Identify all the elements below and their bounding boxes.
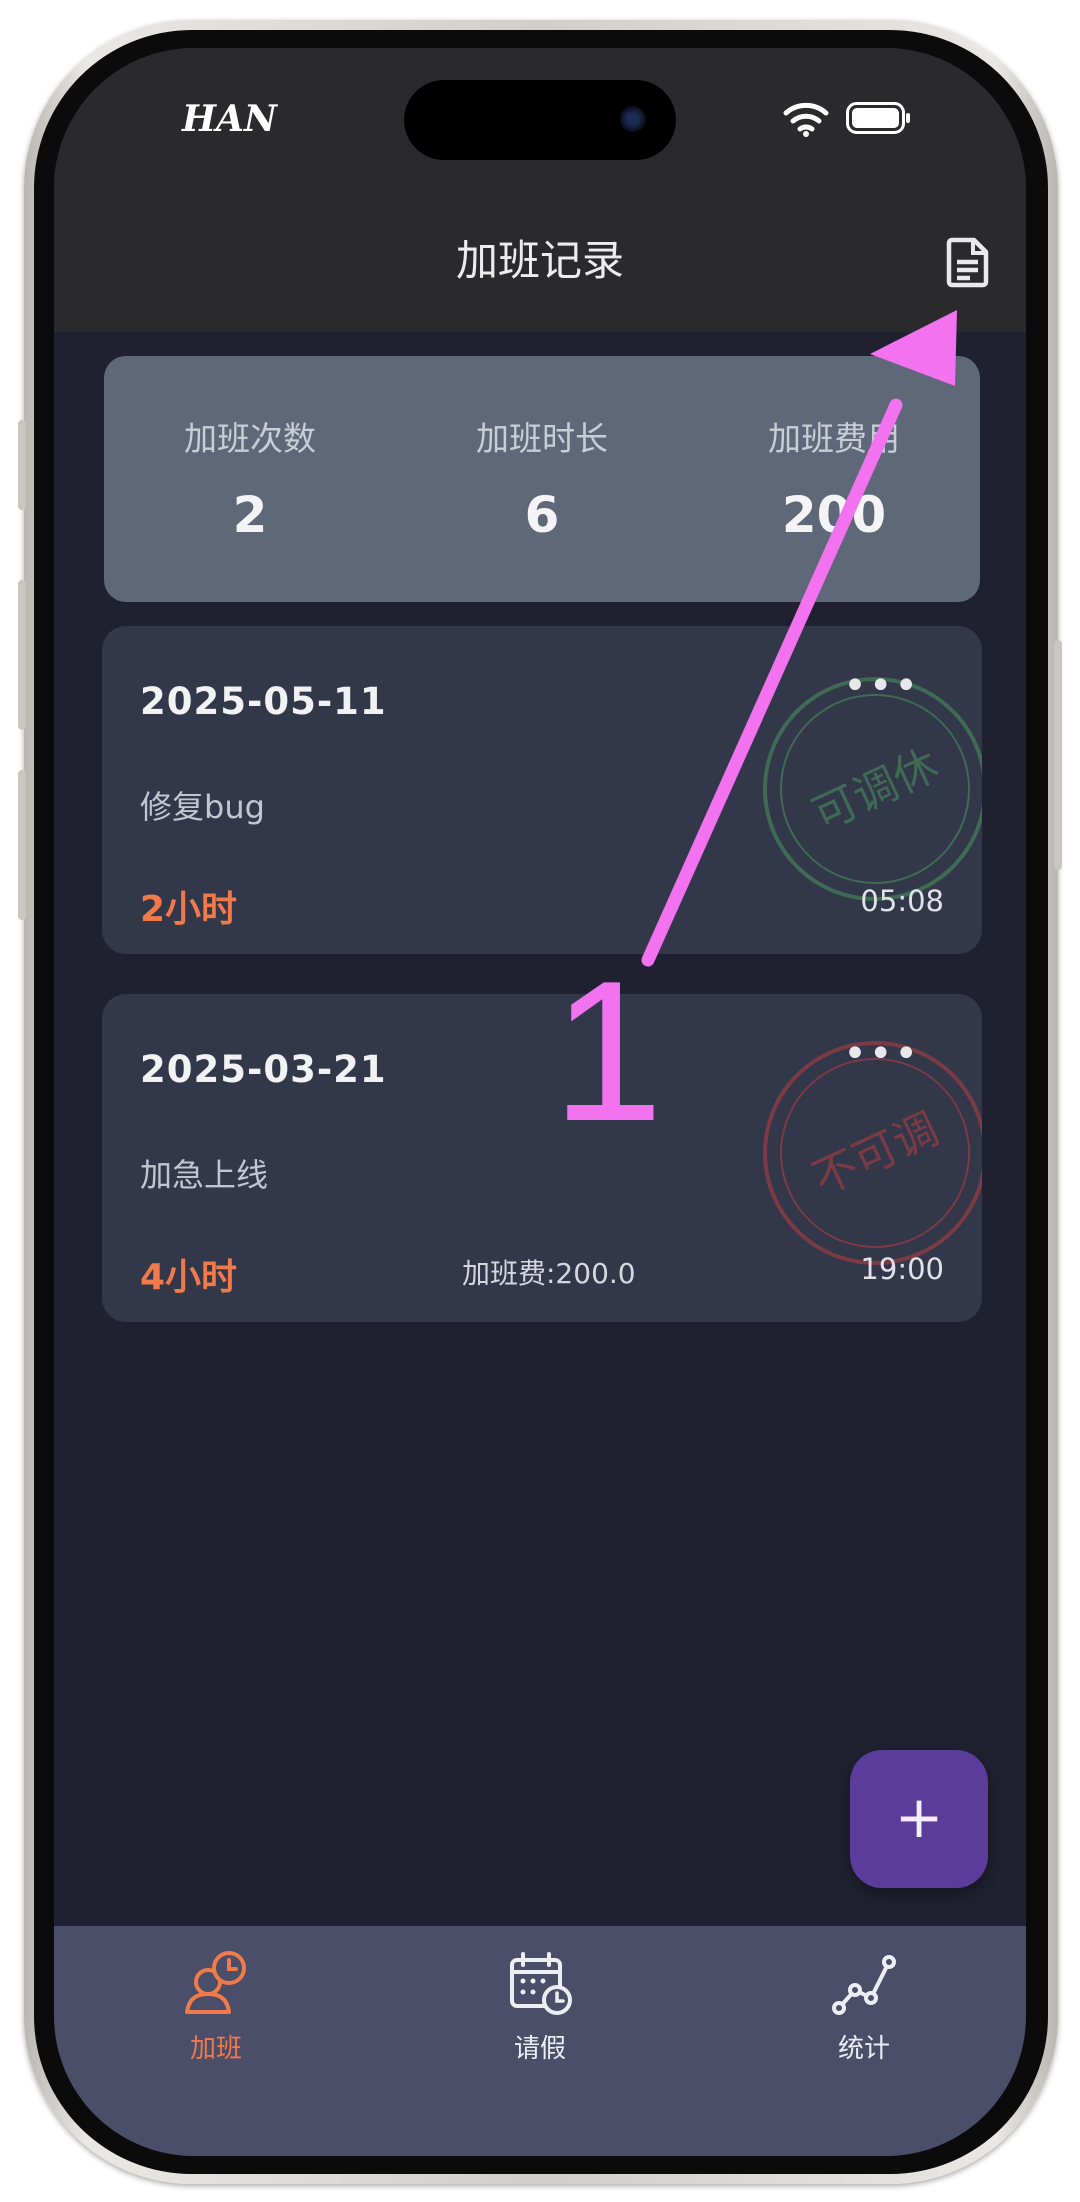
record-hours: 4小时 — [140, 1257, 238, 1298]
record-date: 2025-05-11 — [140, 680, 387, 723]
summary-value: 200 — [781, 486, 887, 544]
tab-statistics[interactable]: 统计 — [702, 1926, 1026, 2156]
summary-label: 加班时长 — [476, 419, 608, 458]
tab-leave[interactable]: 请假 — [378, 1926, 702, 2156]
summary-label: 加班费用 — [768, 419, 900, 458]
record-fee: 加班费:200.0 — [462, 1257, 636, 1290]
tab-overtime[interactable]: 加班 — [54, 1926, 378, 2156]
volume-up-button — [18, 580, 26, 730]
record-description: 修复bug — [140, 788, 265, 826]
summary-value: 6 — [524, 486, 560, 544]
summary-value: 2 — [232, 486, 268, 544]
stamp-text: 不可调 — [805, 1103, 946, 1205]
battery-icon — [846, 102, 910, 134]
dynamic-island — [404, 80, 676, 160]
document-icon[interactable] — [944, 236, 992, 288]
page-title: 加班记录 — [455, 236, 624, 285]
record-date: 2025-03-21 — [140, 1048, 387, 1091]
summary-label: 加班次数 — [184, 419, 316, 458]
annotation-number: 1 — [552, 940, 664, 1163]
more-options-icon[interactable]: ••• — [843, 1034, 920, 1074]
record-time: 05:08 — [860, 884, 944, 918]
status-carrier: HAN — [182, 98, 277, 140]
action-button — [18, 420, 26, 510]
summary-overtime-fee: 加班费用 200 — [688, 356, 980, 602]
summary-overtime-count: 加班次数 2 — [104, 356, 396, 602]
tab-label: 加班 — [189, 2034, 242, 2064]
volume-down-button — [18, 770, 26, 920]
more-options-icon[interactable]: ••• — [843, 666, 920, 706]
wifi-icon — [783, 102, 829, 137]
record-card[interactable]: 不可调 2025-03-21 ••• 加急上线 4小时 加班费:200.0 19… — [102, 994, 982, 1322]
record-time: 19:00 — [860, 1252, 944, 1286]
summary-card: 加班次数 2 加班时长 6 加班费用 200 — [104, 356, 980, 602]
phone-screen: HAN 加班记录 加班次数 2 加班时长 6 加班费用 200 可调休 2025… — [54, 48, 1026, 2156]
add-record-button[interactable]: + — [850, 1750, 988, 1888]
power-button — [1054, 640, 1062, 870]
summary-overtime-hours: 加班时长 6 — [396, 356, 688, 602]
app-header: HAN 加班记录 — [54, 48, 1026, 332]
calendar-clock-icon — [510, 1952, 572, 2015]
overtime-icon — [185, 1951, 246, 2014]
record-description: 加急上线 — [140, 1156, 269, 1194]
statistics-icon — [832, 1955, 896, 2015]
bottom-tab-bar: 加班 请假 统计 — [54, 1926, 1026, 2156]
tab-label: 统计 — [837, 2034, 890, 2064]
tab-label: 请假 — [513, 2034, 566, 2064]
front-camera-icon — [620, 106, 646, 132]
record-hours: 2小时 — [140, 889, 238, 930]
stamp-text: 可调休 — [805, 739, 946, 841]
record-card[interactable]: 可调休 2025-05-11 ••• 修复bug 2小时 05:08 — [102, 626, 982, 954]
